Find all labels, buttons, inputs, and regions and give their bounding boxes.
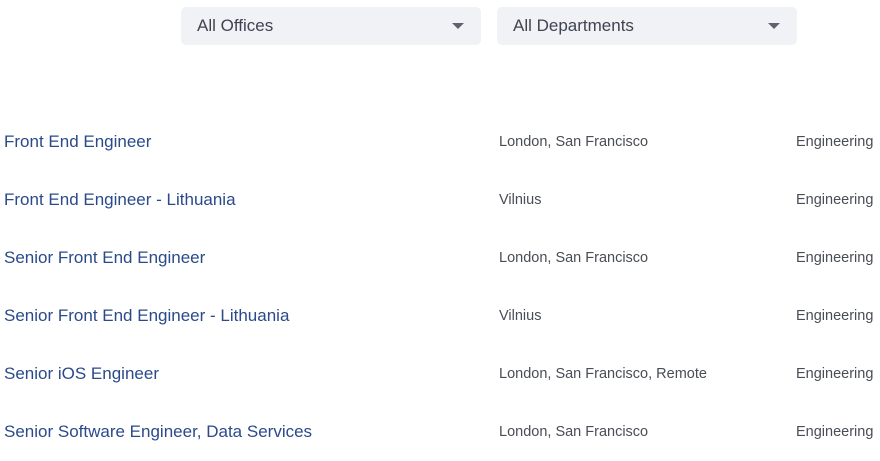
job-row: Front End Engineer - Lithuania Vilnius E… (0, 171, 880, 229)
job-location: London, San Francisco (499, 424, 649, 440)
job-department: Engineering (796, 424, 874, 440)
job-title-link[interactable]: Senior Front End Engineer - Lithuania (4, 306, 289, 326)
job-title-link[interactable]: Senior Software Engineer, Data Services (4, 422, 312, 442)
job-title-link[interactable]: Senior iOS Engineer (4, 364, 159, 384)
job-department: Engineering (796, 366, 874, 382)
job-location: Vilnius (499, 192, 542, 208)
job-row: Senior Front End Engineer London, San Fr… (0, 229, 880, 287)
departments-select[interactable]: All Departments (497, 7, 797, 45)
job-row: Senior Software Engineer, Data Services … (0, 403, 880, 461)
chevron-down-icon (768, 23, 780, 29)
offices-select[interactable]: All Offices (181, 7, 481, 45)
job-department: Engineering (796, 308, 874, 324)
job-location: Vilnius (499, 308, 542, 324)
filter-bar: All Offices All Departments (181, 7, 797, 45)
job-location: London, San Francisco (499, 250, 649, 266)
job-department: Engineering (796, 134, 874, 150)
job-location: London, San Francisco (499, 134, 649, 150)
job-department: Engineering (796, 192, 874, 208)
job-row: Senior Front End Engineer - Lithuania Vi… (0, 287, 880, 345)
job-title-link[interactable]: Front End Engineer (4, 132, 151, 152)
job-location: London, San Francisco, Remote (499, 366, 707, 382)
offices-select-value: All Offices (197, 16, 274, 35)
job-title-link[interactable]: Senior Front End Engineer (4, 248, 205, 268)
job-list: Front End Engineer London, San Francisco… (0, 113, 880, 461)
job-row: Senior iOS Engineer London, San Francisc… (0, 345, 880, 403)
chevron-down-icon (452, 23, 464, 29)
departments-select-value: All Departments (513, 16, 634, 35)
job-row: Front End Engineer London, San Francisco… (0, 113, 880, 171)
job-title-link[interactable]: Front End Engineer - Lithuania (4, 190, 236, 210)
job-department: Engineering (796, 250, 874, 266)
